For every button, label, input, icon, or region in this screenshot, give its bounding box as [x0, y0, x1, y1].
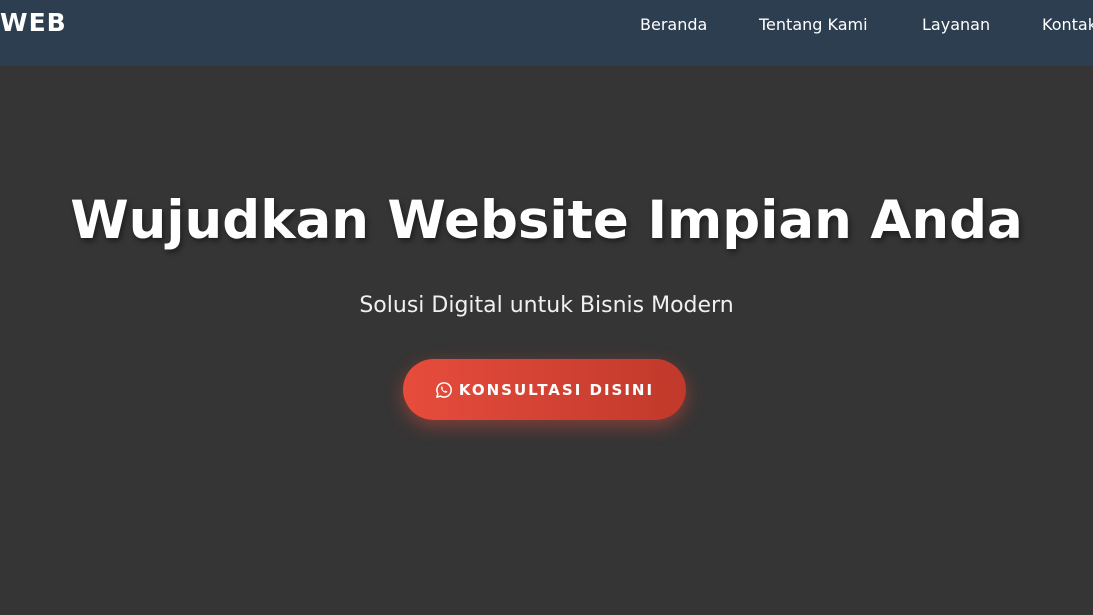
- brand-logo[interactable]: WEB: [0, 8, 67, 37]
- nav-link-tentang-kami[interactable]: Tentang Kami: [759, 15, 868, 34]
- whatsapp-icon: [435, 381, 453, 399]
- hero-title: Wujudkan Website Impian Anda: [70, 190, 1023, 251]
- hero-section: Wujudkan Website Impian Anda Solusi Digi…: [0, 66, 1093, 615]
- nav-link-beranda[interactable]: Beranda: [640, 15, 707, 34]
- nav-link-kontak[interactable]: Kontak: [1042, 15, 1093, 34]
- consultation-button[interactable]: KONSULTASI DISINI: [403, 359, 686, 420]
- hero-subtitle: Solusi Digital untuk Bisnis Modern: [359, 293, 734, 318]
- nav-link-layanan[interactable]: Layanan: [922, 15, 990, 34]
- consultation-button-label: KONSULTASI DISINI: [458, 380, 655, 399]
- navbar: WEB Beranda Tentang Kami Layanan Kontak: [0, 0, 1093, 66]
